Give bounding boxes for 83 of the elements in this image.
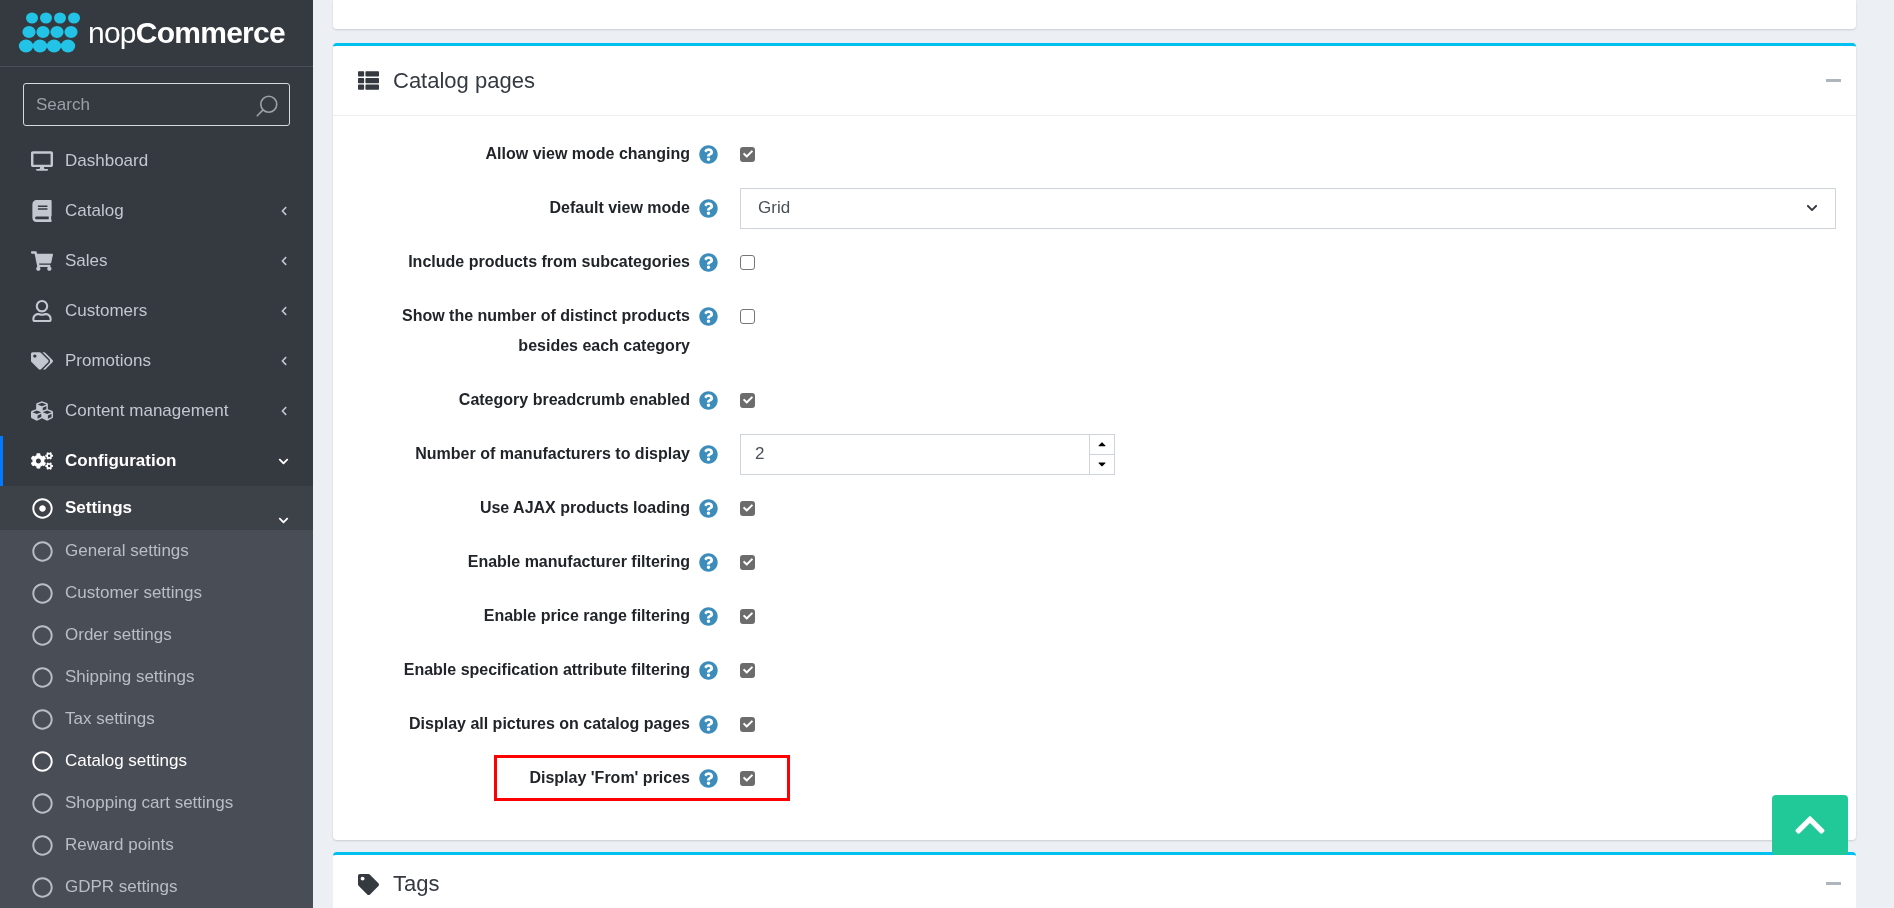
checkbox[interactable] [740, 254, 755, 270]
sidebar-item[interactable]: Promotions [0, 336, 313, 386]
tag-icon [358, 874, 379, 895]
checkbox[interactable] [740, 500, 755, 516]
logo-text: nopCommerce [88, 18, 285, 49]
checkbox[interactable] [740, 716, 755, 732]
help-icon[interactable] [699, 552, 718, 572]
field-label: Category breadcrumb enabled [458, 390, 690, 410]
monitor-icon [31, 150, 53, 172]
sidebar-subitem[interactable]: Tax settings [0, 698, 313, 740]
checkbox[interactable] [740, 608, 755, 624]
sidebar-item[interactable]: Configuration [0, 436, 313, 486]
sidebar-subitem[interactable]: Settings [0, 486, 313, 530]
chevron-left-icon [279, 256, 289, 266]
user-icon [31, 300, 53, 322]
sidebar-subitem[interactable]: Catalog settings [0, 740, 313, 782]
book-icon [31, 200, 53, 222]
search-field[interactable]: Search [23, 83, 290, 126]
gears-icon [31, 450, 53, 472]
list-icon [358, 70, 379, 91]
field-label: Enable manufacturer filtering [467, 552, 690, 572]
help-icon[interactable] [699, 252, 718, 272]
checkbox[interactable] [740, 662, 755, 678]
check-icon [742, 773, 753, 783]
chevron-down-icon [1806, 202, 1818, 214]
sidebar-subitem[interactable]: Shopping cart settings [0, 782, 313, 824]
field-label: Enable price range filtering [483, 606, 690, 626]
sidebar-subitem[interactable]: GDPR settings [0, 866, 313, 908]
check-icon [742, 719, 753, 729]
check-icon [742, 395, 753, 405]
sidebar-item[interactable]: Customers [0, 286, 313, 336]
select-field[interactable]: Grid [740, 187, 1836, 229]
help-icon[interactable] [699, 390, 718, 410]
help-icon[interactable] [699, 660, 718, 680]
check-icon [742, 611, 753, 621]
sidebar-subitem[interactable]: Order settings [0, 614, 313, 656]
checkbox[interactable] [740, 392, 755, 408]
help-icon[interactable] [699, 444, 718, 464]
help-icon[interactable] [699, 144, 718, 164]
help-icon[interactable] [699, 606, 718, 626]
field-label: Display all pictures on catalog pages [409, 714, 690, 734]
checkbox[interactable] [740, 554, 755, 570]
field-label: Display 'From' prices [529, 768, 690, 788]
chevron-left-icon [279, 206, 289, 216]
check-icon [742, 149, 753, 159]
help-icon[interactable] [699, 714, 718, 734]
field-label: Enable specification attribute filtering [403, 660, 690, 680]
chevron-left-icon [279, 306, 289, 316]
field-label: Include products from subcategories [408, 252, 690, 272]
cubes-icon [31, 400, 53, 422]
field-label: Allow view mode changing [485, 144, 690, 164]
sidebar-subitem[interactable]: Shipping settings [0, 656, 313, 698]
chevron-left-icon [279, 356, 289, 366]
sidebar-item[interactable]: Content management [0, 386, 313, 436]
help-icon[interactable] [699, 198, 718, 218]
help-icon[interactable] [699, 768, 718, 788]
help-icon[interactable] [699, 498, 718, 518]
field-label: Show the number of distinct products besides each category [401, 306, 690, 356]
sidebar-item[interactable]: Catalog [0, 186, 313, 236]
checkbox[interactable] [740, 770, 755, 786]
check-icon [742, 557, 753, 567]
sidebar-subitem[interactable]: Customer settings [0, 572, 313, 614]
sidebar-item[interactable]: Sales [0, 236, 313, 286]
cart-icon [31, 250, 53, 272]
check-icon [742, 503, 753, 513]
tags-icon [31, 350, 53, 372]
sidebar-subitem[interactable]: General settings [0, 530, 313, 572]
check-icon [742, 665, 753, 675]
field-label: Use AJAX products loading [479, 498, 690, 518]
field-label: Default view mode [549, 198, 690, 218]
number-field[interactable]: 2 [740, 433, 1115, 475]
checkbox[interactable] [740, 146, 755, 162]
checkbox[interactable] [740, 308, 755, 324]
scroll-top-button[interactable] [1772, 795, 1848, 855]
card-title: Tags [393, 873, 441, 895]
sidebar-item[interactable]: Dashboard [0, 136, 313, 186]
card-title: Catalog pages [393, 67, 536, 95]
sidebar-subitem[interactable]: Reward points [0, 824, 313, 866]
search-icon [254, 93, 280, 120]
field-label: Number of manufacturers to display [415, 444, 690, 464]
chevron-down-icon [278, 515, 289, 526]
help-icon[interactable] [699, 306, 718, 326]
chevron-left-icon [279, 406, 289, 416]
